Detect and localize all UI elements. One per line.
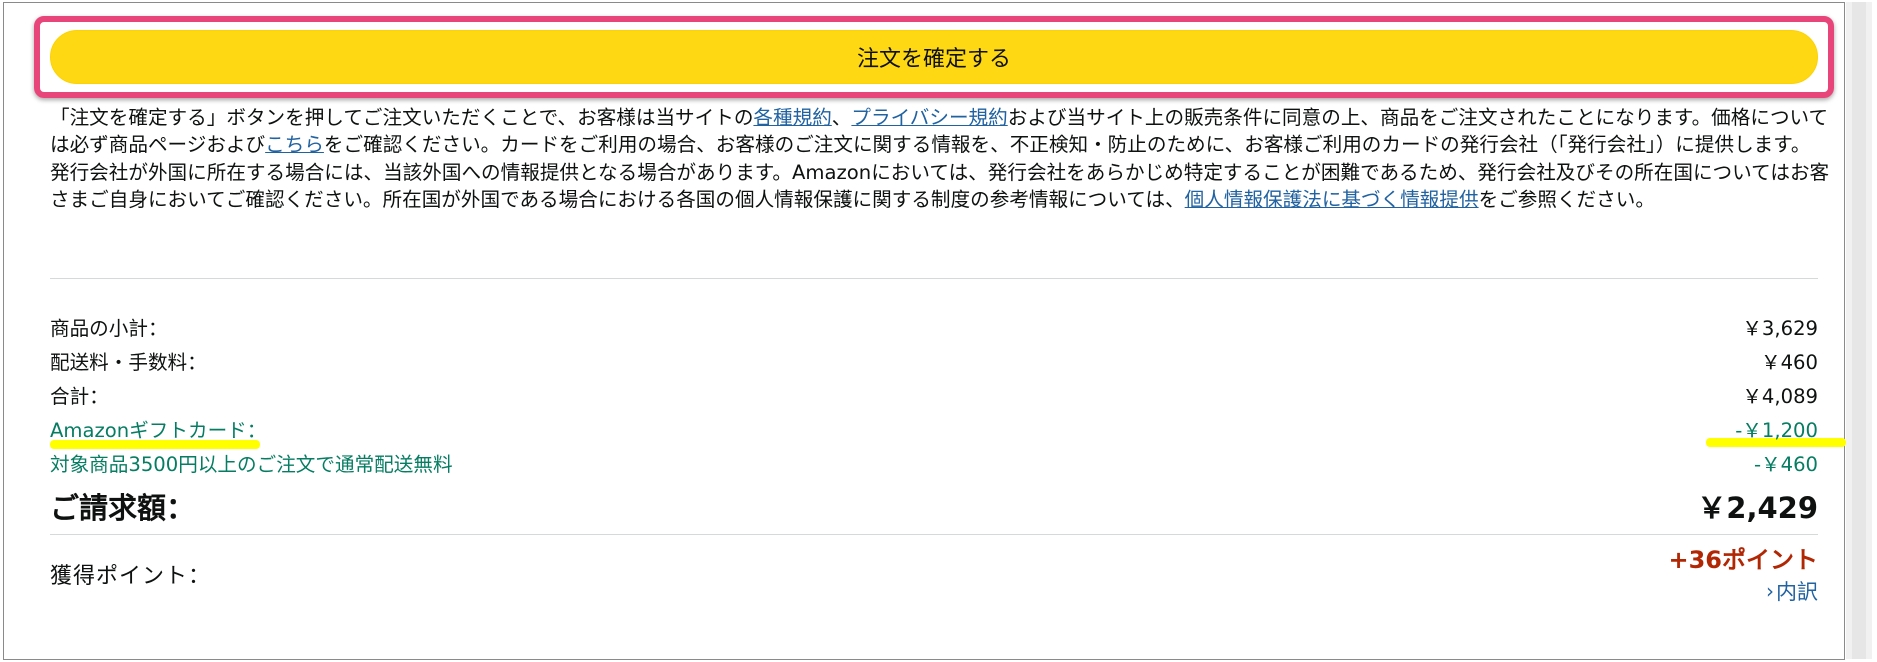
scrollbar-thumb[interactable]: [1852, 2, 1866, 659]
shipping-value: ￥460: [1761, 351, 1818, 374]
divider: [50, 534, 1818, 535]
subtotal-row: 商品の小計： ￥3,629: [50, 312, 1818, 341]
agreement-text-part: 、: [831, 106, 852, 129]
privacy-terms-link[interactable]: プライバシー規約: [851, 106, 1007, 129]
agreement-text-part: をご参照ください。: [1478, 188, 1655, 212]
total-row: 合計： ￥4,089: [50, 380, 1818, 409]
points-label: 獲得ポイント：: [50, 564, 212, 589]
subtotal-value: ￥3,629: [1742, 317, 1818, 340]
shipping-row: 配送料・手数料： ￥460: [50, 346, 1818, 375]
agreement-text: 「注文を確定する」ボタンを押してご注文いただくことで、お客様は当サイトの各種規約…: [50, 104, 1830, 214]
terms-link[interactable]: 各種規約: [753, 106, 831, 129]
shipping-label: 配送料・手数料：: [50, 351, 207, 374]
gift-card-row: Amazonギフトカード： -￥1,200: [50, 414, 1818, 443]
scrollbar[interactable]: [1846, 2, 1872, 659]
total-label: 合計：: [50, 385, 109, 408]
points-breakdown-link[interactable]: › 内訳: [1766, 576, 1818, 606]
price-info-link[interactable]: こちら: [265, 133, 324, 156]
billing-total-row: ご請求額： ￥2,429: [50, 485, 1818, 527]
privacy-info-link[interactable]: 個人情報保護法に基づく情報提供: [1185, 188, 1479, 211]
total-value: ￥4,089: [1742, 385, 1818, 408]
gift-card-value: -￥1,200: [1735, 419, 1818, 442]
subtotal-label: 商品の小計：: [50, 317, 168, 340]
place-order-button[interactable]: 注文を確定する: [50, 30, 1818, 84]
divider: [50, 278, 1818, 279]
points-breakdown-label: 内訳: [1776, 580, 1818, 604]
points-value: +36ポイント: [1668, 546, 1818, 574]
agreement-text-part: 「注文を確定する」ボタンを押してご注文いただくことで、お客様は当サイトの: [50, 106, 754, 129]
free-shipping-label: 対象商品3500円以上のご注文で通常配送無料: [50, 453, 453, 476]
free-shipping-value: -￥460: [1753, 453, 1818, 476]
billing-label: ご請求額：: [50, 491, 196, 525]
gift-card-label: Amazonギフトカード：: [50, 419, 267, 442]
chevron-right-icon: ›: [1766, 579, 1774, 603]
billing-value: ￥2,429: [1697, 491, 1818, 525]
free-shipping-row: 対象商品3500円以上のご注文で通常配送無料 -￥460: [50, 448, 1818, 477]
